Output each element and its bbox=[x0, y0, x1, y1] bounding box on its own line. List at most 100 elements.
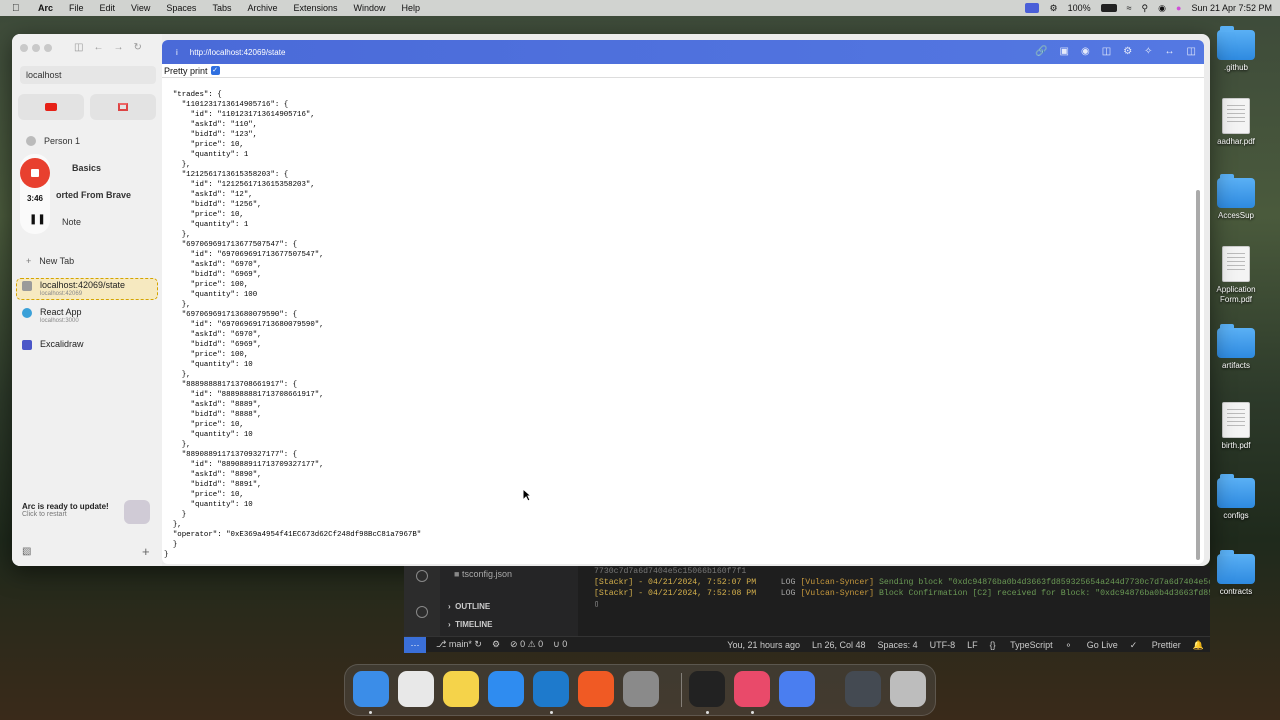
menu-tabs[interactable]: Tabs bbox=[212, 3, 231, 13]
settings-gear-icon[interactable] bbox=[416, 606, 428, 618]
heart-icon[interactable] bbox=[124, 500, 150, 524]
pdf-file-icon bbox=[1222, 402, 1250, 438]
timeline-section[interactable]: › TIMELINE bbox=[448, 620, 492, 629]
reload-icon[interactable]: ↻ bbox=[133, 42, 141, 53]
outline-section[interactable]: › OUTLINE bbox=[448, 602, 490, 611]
battery-icon[interactable] bbox=[1100, 4, 1117, 12]
add-space-button[interactable]: + bbox=[142, 544, 150, 559]
desktop-folder-configs[interactable]: configs bbox=[1200, 474, 1272, 521]
pause-icon[interactable]: ❚❚ bbox=[29, 214, 46, 225]
sidebar-item-person[interactable]: Person 1 bbox=[26, 136, 80, 146]
site-info-icon[interactable]: i bbox=[176, 48, 178, 57]
explorer-file-tsconfig[interactable]: ■ tsconfig.json bbox=[454, 569, 512, 579]
menu-help[interactable]: Help bbox=[402, 3, 421, 13]
remote-icon[interactable]: ⋯ bbox=[404, 636, 426, 653]
extension-icon[interactable]: ⚙ bbox=[1123, 46, 1132, 57]
gmail-icon bbox=[118, 103, 128, 111]
favorite-youtube[interactable] bbox=[18, 94, 84, 120]
dock-notes[interactable] bbox=[443, 671, 479, 707]
branch-status[interactable]: ⎇ main* ↻ bbox=[436, 639, 482, 650]
problems-status[interactable]: ⊘ 0 ⚠ 0 bbox=[510, 639, 543, 650]
prettier-status[interactable]: ✓ Prettier bbox=[1130, 640, 1181, 651]
page-url[interactable]: http://localhost:42069/state bbox=[190, 48, 286, 57]
apple-icon[interactable]:  bbox=[12, 3, 26, 14]
dock-launchpad[interactable] bbox=[398, 671, 434, 707]
dock-finder[interactable] bbox=[353, 671, 389, 707]
favorite-gmail[interactable] bbox=[90, 94, 156, 120]
wifi-icon[interactable]: ≈ bbox=[1127, 3, 1132, 13]
notifications-bell-icon[interactable]: 🔔 bbox=[1193, 640, 1204, 651]
resize-icon[interactable]: ↔ bbox=[1165, 46, 1175, 57]
screenshot-icon[interactable]: ◉ bbox=[1081, 46, 1090, 57]
sidebar-item-note[interactable]: Note bbox=[62, 217, 81, 227]
stop-recording-button[interactable] bbox=[20, 158, 50, 188]
dock-app-store[interactable] bbox=[488, 671, 524, 707]
encoding-status[interactable]: UTF-8 bbox=[930, 640, 956, 650]
scrollbar[interactable] bbox=[1196, 190, 1200, 560]
menu-window[interactable]: Window bbox=[354, 3, 386, 13]
menu-extensions[interactable]: Extensions bbox=[293, 3, 337, 13]
update-notice[interactable]: Arc is ready to update! Click to restart bbox=[22, 502, 109, 518]
ports-status[interactable]: ∪ 0 bbox=[553, 639, 567, 650]
user-switch-icon[interactable]: ◉ bbox=[1158, 3, 1166, 14]
control-center-icon[interactable]: ⚙ bbox=[1049, 3, 1057, 14]
eol-status[interactable]: LF bbox=[967, 640, 978, 650]
sidebar-panel-icon[interactable]: ◫ bbox=[1187, 46, 1196, 57]
menu-archive[interactable]: Archive bbox=[247, 3, 277, 13]
terminal-output[interactable]: 7730c7d7a6d7404e5c15066b160f7f1 [Stackr] … bbox=[578, 566, 1210, 636]
cursor-position-status[interactable]: Ln 26, Col 48 bbox=[812, 640, 866, 650]
close-window-button[interactable] bbox=[20, 44, 28, 52]
menu-spaces[interactable]: Spaces bbox=[166, 3, 196, 13]
dock-system-settings[interactable] bbox=[623, 671, 659, 707]
tab-excalidraw[interactable]: Excalidraw bbox=[22, 339, 84, 350]
sidebar-toggle-icon[interactable]: ◫ bbox=[74, 42, 83, 53]
split-view-icon[interactable]: ◫ bbox=[1102, 46, 1111, 57]
desktop-file-birth[interactable]: birth.pdf bbox=[1200, 402, 1272, 451]
desktop-folder-contracts[interactable]: contracts bbox=[1200, 550, 1272, 597]
tab-localhost-state[interactable]: localhost:42069/state localhost:42069 bbox=[22, 280, 125, 298]
desktop-folder-artifacts[interactable]: artifacts bbox=[1200, 324, 1272, 371]
desktop-file-aadhar[interactable]: aadhar.pdf bbox=[1200, 98, 1272, 147]
go-live-button[interactable]: ⚬ Go Live bbox=[1065, 640, 1118, 651]
indentation-status[interactable]: Spaces: 4 bbox=[878, 640, 918, 650]
dock-brave[interactable] bbox=[578, 671, 614, 707]
new-tab-button[interactable]: + New Tab bbox=[26, 256, 74, 266]
dock-arc[interactable] bbox=[734, 671, 770, 707]
menu-file[interactable]: File bbox=[69, 3, 84, 13]
sync-icon[interactable]: ⚙ bbox=[492, 639, 500, 650]
back-icon[interactable]: ← bbox=[93, 42, 103, 53]
menu-clock[interactable]: Sun 21 Apr 7:52 PM bbox=[1191, 3, 1272, 13]
sidebar-folder-imported[interactable]: orted From Brave bbox=[56, 190, 131, 200]
desktop-file-application-form[interactable]: Application Form.pdf bbox=[1200, 246, 1272, 305]
archive-icon[interactable]: ▧ bbox=[22, 546, 31, 557]
dock-app-blue[interactable] bbox=[779, 671, 815, 707]
sidebar-url-field[interactable]: localhost bbox=[20, 66, 156, 84]
boost-icon[interactable]: ✧ bbox=[1144, 46, 1152, 57]
language-status[interactable]: {} TypeScript bbox=[990, 640, 1053, 650]
siri-icon[interactable]: ● bbox=[1176, 3, 1181, 13]
menu-view[interactable]: View bbox=[131, 3, 150, 13]
menu-app-name[interactable]: Arc bbox=[38, 3, 53, 13]
dock-terminal[interactable] bbox=[689, 671, 725, 707]
search-icon[interactable]: ⚲ bbox=[1142, 3, 1149, 14]
account-icon[interactable] bbox=[416, 570, 428, 582]
forward-icon[interactable]: → bbox=[113, 42, 123, 53]
git-blame-status[interactable]: You, 21 hours ago bbox=[727, 640, 800, 650]
dock-trash[interactable] bbox=[890, 671, 926, 707]
screen-record-icon[interactable] bbox=[1025, 3, 1040, 13]
copy-link-icon[interactable]: 🔗 bbox=[1035, 46, 1047, 57]
status-bar: ⋯ ⎇ main* ↻ ⚙ ⊘ 0 ⚠ 0 ∪ 0 You, 21 hours … bbox=[404, 636, 1210, 653]
running-indicator bbox=[751, 711, 754, 714]
menu-edit[interactable]: Edit bbox=[100, 3, 116, 13]
sidebar-folder-basics[interactable]: Basics bbox=[72, 163, 101, 173]
zoom-window-button[interactable] bbox=[44, 44, 52, 52]
desktop-folder-github[interactable]: .github bbox=[1200, 26, 1272, 73]
pretty-print-checkbox[interactable]: ✓ bbox=[210, 66, 220, 75]
json-text: "trades": { "1101231713614905716": { "id… bbox=[164, 91, 422, 558]
dock-vscode[interactable] bbox=[533, 671, 569, 707]
desktop-folder-accessup[interactable]: AccesSup bbox=[1200, 174, 1272, 221]
tab-react-app[interactable]: React App localhost:3000 bbox=[22, 307, 82, 325]
minimize-window-button[interactable] bbox=[32, 44, 40, 52]
camera-icon[interactable]: ▣ bbox=[1060, 46, 1069, 57]
dock-downloads[interactable] bbox=[845, 671, 881, 707]
